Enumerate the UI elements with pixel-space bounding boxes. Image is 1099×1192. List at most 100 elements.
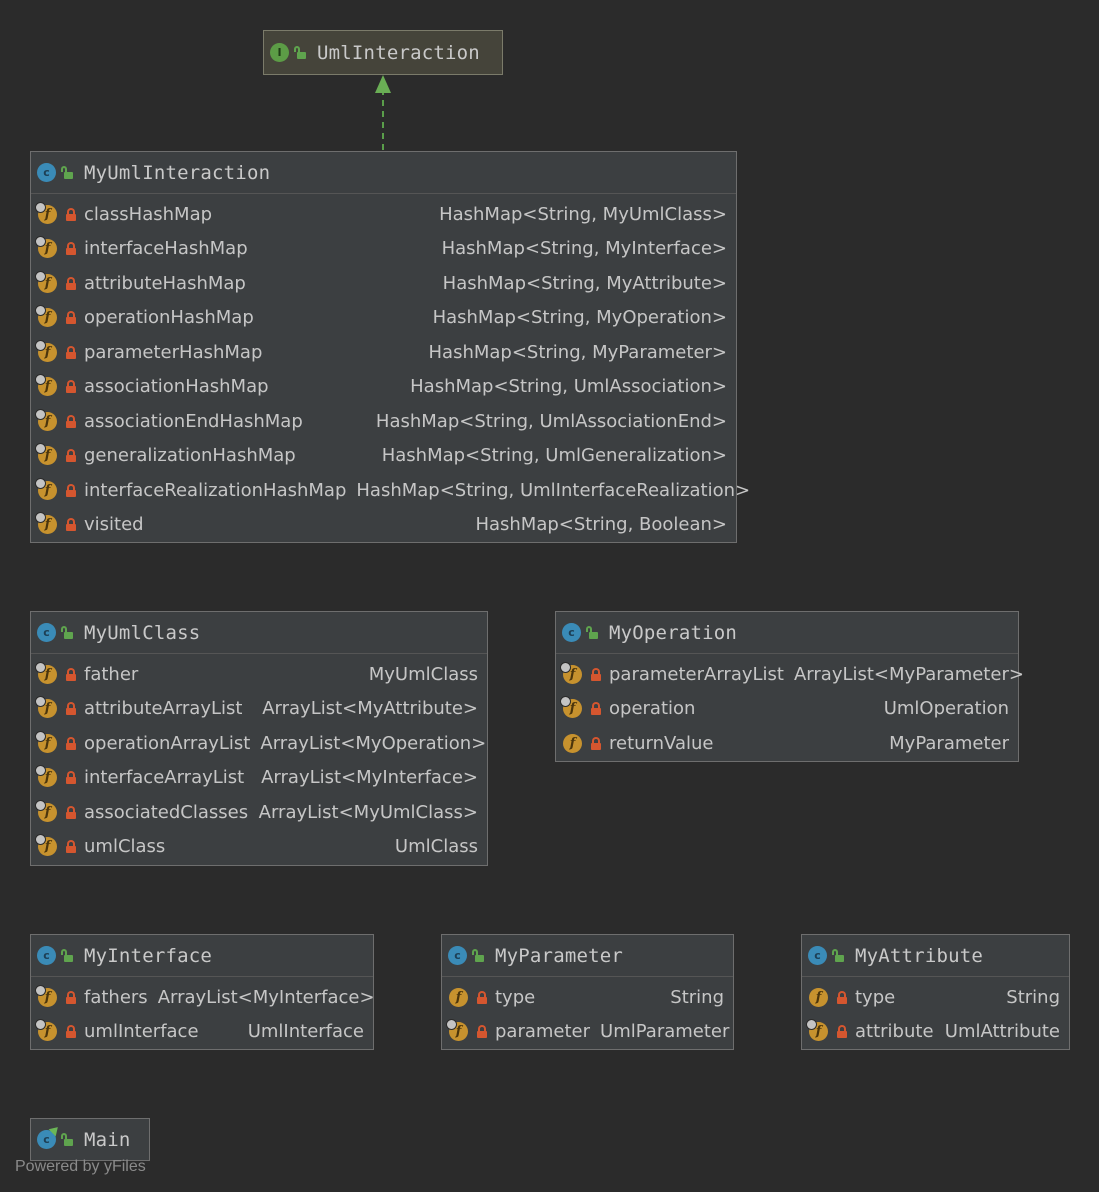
class-node-myoperation[interactable]: c MyOperation f parameterArrayList ArrayList… [555,611,1024,762]
class-node-myparameter[interactable]: c MyParameter f type String f parameter UmlPara… [441,934,734,1050]
field-icon: f [35,661,57,684]
field-row[interactable]: f interfaceRealizationHashMap HashMap<Stri… [31,473,750,508]
pin-icon [35,765,46,777]
field-type: UmlOperation [883,698,1009,720]
field-type: ArrayList<MyUmlClass> [258,801,478,823]
field-row[interactable]: f parameterArrayList ArrayList<MyParameter… [556,657,1024,692]
field-row[interactable]: f umlInterface UmlInterface [31,1015,373,1050]
private-lock-icon [66,667,76,681]
field-list: f type String f parameter UmlParameter [442,977,733,1049]
field-row[interactable]: f umlClass UmlClass [31,830,487,865]
field-type: HashMap<String, UmlAssociation> [410,376,727,398]
field-row[interactable]: f interfaceHashMap HashMap<String, MyInter… [31,232,736,267]
field-type: UmlAttribute [944,1021,1060,1043]
public-unlock-icon [61,626,74,639]
class-node-myattribute[interactable]: c MyAttribute f type String f attribute UmlAttr… [801,934,1070,1050]
field-type: ArrayList<MyAttribute> [262,698,478,720]
class-icon: c [562,623,581,642]
pin-icon [35,512,46,524]
field-name: operationHashMap [84,307,254,329]
field-icon: f [35,408,57,431]
private-lock-icon [591,667,601,681]
field-row[interactable]: f attribute UmlAttribute [802,1015,1069,1050]
field-row[interactable]: f parameter UmlParameter [442,1015,733,1050]
class-node-myumlinteraction[interactable]: c MyUmlInteraction f classHashMap HashMap<St… [30,151,750,543]
class-name: MyOperation [609,621,738,644]
realization-arrowhead [375,75,391,93]
class-name: MyAttribute [855,944,984,967]
field-row[interactable]: f returnValue MyParameter [556,726,1018,761]
field-name: attribute [855,1021,934,1043]
pin-icon [35,984,46,996]
private-lock-icon [66,276,76,290]
field-icon: f [35,834,57,857]
private-lock-icon [66,702,76,716]
field-row[interactable]: f classHashMap HashMap<String, MyUmlClass> [31,197,736,232]
class-node-myumlclass[interactable]: c MyUmlClass f father MyUmlClass f attributeAr… [30,611,488,866]
pin-icon [35,236,46,248]
field-row[interactable]: f attributeArrayList ArrayList<MyAttribute… [31,692,487,727]
class-icon: c [37,163,56,182]
pin-icon [35,305,46,317]
pin-icon [35,201,46,213]
field-type: HashMap<String, MyOperation> [432,307,727,329]
field-list: f type String f attribute UmlAttribute [802,977,1069,1049]
field-type: ArrayList<MyInterface> [157,986,375,1008]
field-name: interfaceArrayList [84,767,245,789]
field-icon: f [35,201,57,224]
field-row[interactable]: f attributeHashMap HashMap<String, MyAttri… [31,266,736,301]
private-lock-icon [477,1025,487,1039]
field-row[interactable]: f father MyUmlClass [31,657,487,692]
field-row[interactable]: f interfaceArrayList ArrayList<MyInterface… [31,761,487,796]
field-row[interactable]: f operationArrayList ArrayList<MyOperation… [31,726,487,761]
public-unlock-icon [832,949,845,962]
pin-icon [806,1019,817,1031]
private-lock-icon [66,736,76,750]
public-unlock-icon [61,1133,74,1146]
field-type: HashMap<String, MyParameter> [428,341,728,363]
field-name: associatedClasses [84,801,249,823]
field-type: HashMap<String, UmlAssociationEnd> [375,410,727,432]
field-row[interactable]: f operation UmlOperation [556,692,1018,727]
class-node-umlinteraction[interactable]: I UmlInteraction [263,30,503,75]
field-name: attributeArrayList [84,698,243,720]
class-name: MyUmlClass [84,621,201,644]
private-lock-icon [591,736,601,750]
pin-icon [35,661,46,673]
field-row[interactable]: f visited HashMap<String, Boolean> [31,508,736,543]
private-lock-icon [591,702,601,716]
class-icon: c [808,946,827,965]
field-type: String [670,986,724,1008]
field-icon: f [35,270,57,293]
pin-icon [35,270,46,282]
class-node-main[interactable]: c Main [30,1118,150,1161]
run-arrow-icon [48,1123,62,1137]
class-header: I UmlInteraction [264,31,502,74]
field-type: ArrayList<MyParameter> [793,663,1024,685]
private-lock-icon [66,483,76,497]
field-icon: f [446,1019,468,1042]
interface-icon: I [270,43,289,62]
field-row[interactable]: f associatedClasses ArrayList<MyUmlClass> [31,795,487,830]
class-name: MyInterface [84,944,213,967]
field-row[interactable]: f parameterHashMap HashMap<String, MyParam… [31,335,736,370]
field-name: associationEndHashMap [84,410,303,432]
field-row[interactable]: f type String [802,980,1069,1015]
field-row[interactable]: f generalizationHashMap HashMap<String, Um… [31,439,736,474]
public-unlock-icon [586,626,599,639]
field-row[interactable]: f fathers ArrayList<MyInterface> [31,980,375,1015]
private-lock-icon [66,518,76,532]
class-name: UmlInteraction [317,41,480,64]
field-row[interactable]: f associationEndHashMap HashMap<String, Um… [31,404,736,439]
pin-icon [560,661,571,673]
field-row[interactable]: f operationHashMap HashMap<String, MyOpera… [31,301,736,336]
field-icon: f [35,236,57,259]
class-name: MyParameter [495,944,624,967]
private-lock-icon [66,449,76,463]
field-row[interactable]: f associationHashMap HashMap<String, UmlAs… [31,370,736,405]
field-type: UmlInterface [247,1021,364,1043]
class-icon: c [37,946,56,965]
field-row[interactable]: f type String [442,980,733,1015]
class-node-myinterface[interactable]: c MyInterface f fathers ArrayList<MyInterfac… [30,934,375,1050]
pin-icon [35,339,46,351]
